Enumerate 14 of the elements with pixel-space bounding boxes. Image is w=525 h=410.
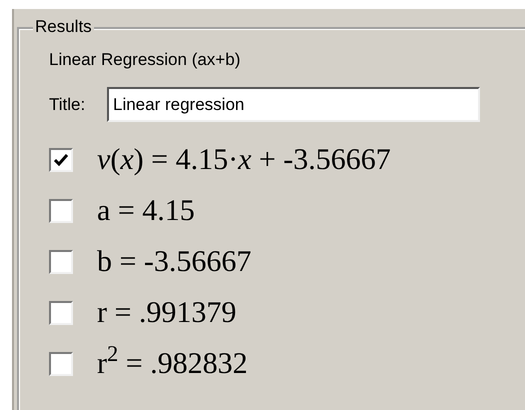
result-formula: r$^{2}$ = .982832 <box>97 348 248 380</box>
result-formula: v(x) = 4.15·x + -3.56667 <box>97 144 391 176</box>
checkbox[interactable] <box>49 148 73 172</box>
method-label: Linear Regression (ax+b) <box>49 49 242 71</box>
result-formula: a = 4.15 <box>97 194 195 226</box>
checkbox[interactable] <box>49 198 73 222</box>
result-formula: b = -3.56667 <box>97 246 252 278</box>
checkbox[interactable] <box>49 250 73 274</box>
result-formula: r = .991379 <box>97 296 236 328</box>
checkbox[interactable] <box>49 352 73 376</box>
title-input[interactable]: Linear regression <box>107 87 480 122</box>
title-label: Title: <box>49 94 86 116</box>
checkmark-icon <box>54 154 68 166</box>
checkbox[interactable] <box>49 300 73 324</box>
